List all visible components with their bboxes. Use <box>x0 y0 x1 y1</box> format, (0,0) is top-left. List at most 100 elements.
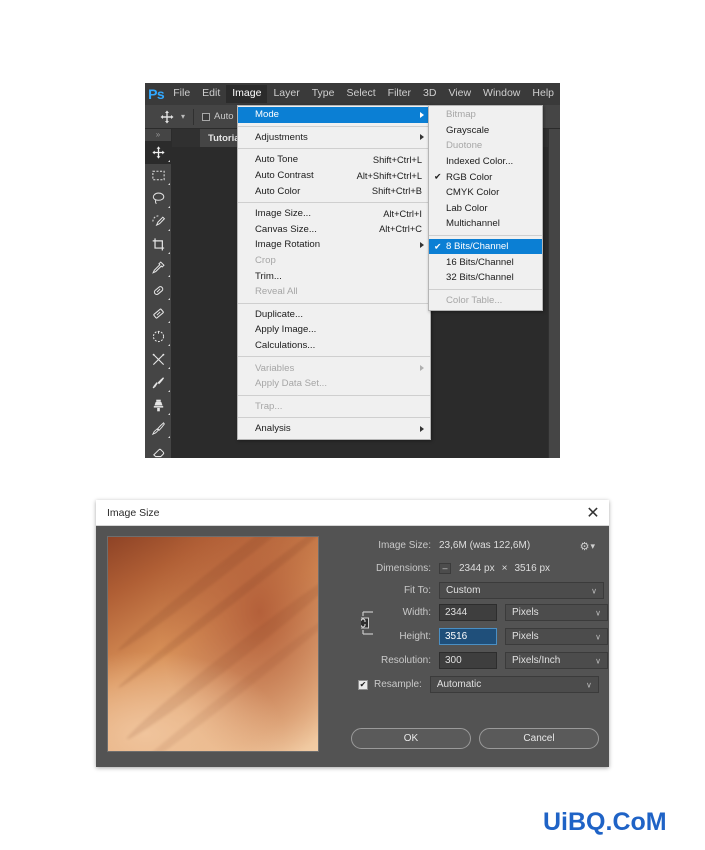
menu-item-auto-tone[interactable]: Auto Tone Shift+Ctrl+L <box>238 152 430 168</box>
image-size-value: 23,6M (was 122,6M) <box>439 540 531 551</box>
chevron-down-icon: ∨ <box>595 656 601 665</box>
tool-preset-chevron-icon[interactable]: ▾ <box>181 112 185 121</box>
gear-glyph: ⚙ <box>579 541 590 553</box>
rectangular-marquee-tool[interactable] <box>145 164 172 187</box>
menu-item-16-bits-channel[interactable]: 16 Bits/Channel <box>429 254 542 270</box>
menu-item-grayscale[interactable]: Grayscale <box>429 123 542 139</box>
dialog-title-bar: Image Size ✕ <box>96 500 609 526</box>
dialog-settings-gear-icon[interactable]: ⚙ ▾ <box>580 540 595 553</box>
menu-window[interactable]: Window <box>477 85 526 103</box>
fit-to-select[interactable]: Custom ∨ <box>439 582 604 599</box>
dialog-body: ⚙ ▾ Image Size: 23,6M (was 122,6M) Dimen… <box>96 526 609 767</box>
image-size-dialog: Image Size ✕ ⚙ ▾ Image Size: 23,6M (was … <box>96 500 609 767</box>
resample-checkbox[interactable]: ✔ <box>358 679 368 690</box>
watermark-text: UiBQ.CoM <box>543 808 667 836</box>
menu-3d[interactable]: 3D <box>417 85 442 103</box>
resample-row: ✔ Resample: Automatic ∨ <box>358 676 599 693</box>
menu-edit[interactable]: Edit <box>196 85 226 103</box>
menu-item-analysis[interactable]: Analysis <box>238 421 430 437</box>
menu-item-indexed-color[interactable]: Indexed Color... <box>429 154 542 170</box>
clone-stamp-tool[interactable] <box>145 394 172 417</box>
menu-help[interactable]: Help <box>526 85 560 103</box>
menu-item-auto-contrast[interactable]: Auto Contrast Alt+Shift+Ctrl+L <box>238 168 430 184</box>
gear-dropdown-caret-icon: ▾ <box>590 541 595 551</box>
crop-tool[interactable] <box>145 233 172 256</box>
menu-bar-items: File Edit Image Layer Type Select Filter 3D View… <box>167 85 560 103</box>
menu-item-reveal-all: Reveal All <box>238 284 430 300</box>
menu-item-duplicate[interactable]: Duplicate... <box>238 307 430 323</box>
quick-selection-tool[interactable] <box>145 210 172 233</box>
height-row: Height: 3516 Pixels ∨ <box>341 628 608 645</box>
menu-item-multichannel[interactable]: Multichannel <box>429 216 542 232</box>
menu-item-label: Auto Tone <box>255 154 299 166</box>
resolution-input[interactable]: 300 <box>439 652 497 669</box>
dimensions-label: Dimensions: <box>375 563 431 574</box>
mode-submenu-dropdown[interactable]: Bitmap Grayscale Duotone Indexed Color... ✔ R… <box>428 105 543 312</box>
menu-item-shortcut: Alt+Ctrl+I <box>383 208 422 219</box>
auto-select-checkbox[interactable] <box>202 112 211 121</box>
width-unit-select[interactable]: Pixels ∨ <box>505 604 608 621</box>
tool-flyout-corner-icon <box>168 367 170 369</box>
cancel-button[interactable]: Cancel <box>479 728 599 749</box>
menu-layer[interactable]: Layer <box>267 85 305 103</box>
menu-separator <box>429 234 542 236</box>
menu-file[interactable]: File <box>167 85 196 103</box>
menu-item-trim[interactable]: Trim... <box>238 268 430 284</box>
menu-item-8-bits-channel[interactable]: ✔ 8 Bits/Channel <box>429 238 542 255</box>
move-tool-icon[interactable] <box>159 109 175 125</box>
menu-image[interactable]: Image <box>226 85 268 103</box>
eyedropper-tool[interactable] <box>145 256 172 279</box>
menu-item-rgb-color[interactable]: ✔ RGB Color <box>429 169 542 185</box>
menu-view[interactable]: View <box>442 85 477 103</box>
move-tool[interactable] <box>145 141 172 164</box>
menu-item-adjustments[interactable]: Adjustments <box>238 130 430 146</box>
ok-button[interactable]: OK <box>351 728 471 749</box>
height-unit-select[interactable]: Pixels ∨ <box>505 628 608 645</box>
spot-healing-brush-tool[interactable] <box>145 279 172 302</box>
brush-tool[interactable] <box>145 371 172 394</box>
menu-item-image-rotation[interactable]: Image Rotation <box>238 237 430 253</box>
eraser-tool[interactable] <box>145 440 172 458</box>
tool-flyout-corner-icon <box>168 160 170 162</box>
menu-item-lab-color[interactable]: Lab Color <box>429 201 542 217</box>
menu-item-label: Image Rotation <box>255 239 321 251</box>
screenshot-root: Ps File Edit Image Layer Type Select Filter 3D V… <box>0 0 705 850</box>
image-menu-dropdown[interactable]: Mode Adjustments Auto Tone Shift+Ctrl+L Auto… <box>237 105 431 440</box>
resample-value: Automatic <box>436 679 482 690</box>
photoshop-window: Ps File Edit Image Layer Type Select Filter 3D V… <box>145 83 560 458</box>
resolution-unit-select[interactable]: Pixels/Inch ∨ <box>505 652 608 669</box>
resample-select[interactable]: Automatic ∨ <box>429 676 599 693</box>
menu-type[interactable]: Type <box>306 85 341 103</box>
menu-item-label: Trim... <box>255 270 282 282</box>
history-brush-tool[interactable] <box>145 417 172 440</box>
menu-item-cmyk-color[interactable]: CMYK Color <box>429 185 542 201</box>
height-input[interactable]: 3516 <box>439 628 497 645</box>
dimensions-collapse-button[interactable]: – <box>439 563 451 574</box>
menu-item-image-size[interactable]: Image Size... Alt+Ctrl+I <box>238 206 430 222</box>
chevron-down-icon: ∨ <box>585 680 592 689</box>
width-input[interactable]: 2344 <box>439 604 497 621</box>
menu-item-label: 32 Bits/Channel <box>446 272 514 284</box>
menu-item-canvas-size[interactable]: Canvas Size... Alt+Ctrl+C <box>238 222 430 238</box>
tool-flyout-corner-icon <box>168 229 170 231</box>
menu-item-apply-image[interactable]: Apply Image... <box>238 322 430 338</box>
image-preview[interactable] <box>107 536 319 752</box>
menu-item-32-bits-channel[interactable]: 32 Bits/Channel <box>429 270 542 286</box>
dimensions-height-value: 3516 px <box>514 563 551 574</box>
image-size-label: Image Size: <box>378 540 431 551</box>
tool-flyout-corner-icon <box>168 206 170 208</box>
menu-item-label: Adjustments <box>255 131 308 143</box>
lasso-tool[interactable] <box>145 187 172 210</box>
menu-filter[interactable]: Filter <box>382 85 417 103</box>
menu-select[interactable]: Select <box>340 85 381 103</box>
width-row: Width: 2344 Pixels ∨ <box>341 604 608 621</box>
healing-brush-tool[interactable] <box>145 302 172 325</box>
shuffle-tool[interactable] <box>145 348 172 371</box>
menu-item-auto-color[interactable]: Auto Color Shift+Ctrl+B <box>238 183 430 199</box>
menu-item-calculations[interactable]: Calculations... <box>238 338 430 354</box>
menu-item-mode[interactable]: Mode <box>238 107 430 123</box>
close-icon[interactable]: ✕ <box>586 505 600 522</box>
chevron-down-icon: ∨ <box>595 632 601 641</box>
collapse-panel-icon[interactable]: » <box>145 129 171 141</box>
patch-tool[interactable] <box>145 325 172 348</box>
